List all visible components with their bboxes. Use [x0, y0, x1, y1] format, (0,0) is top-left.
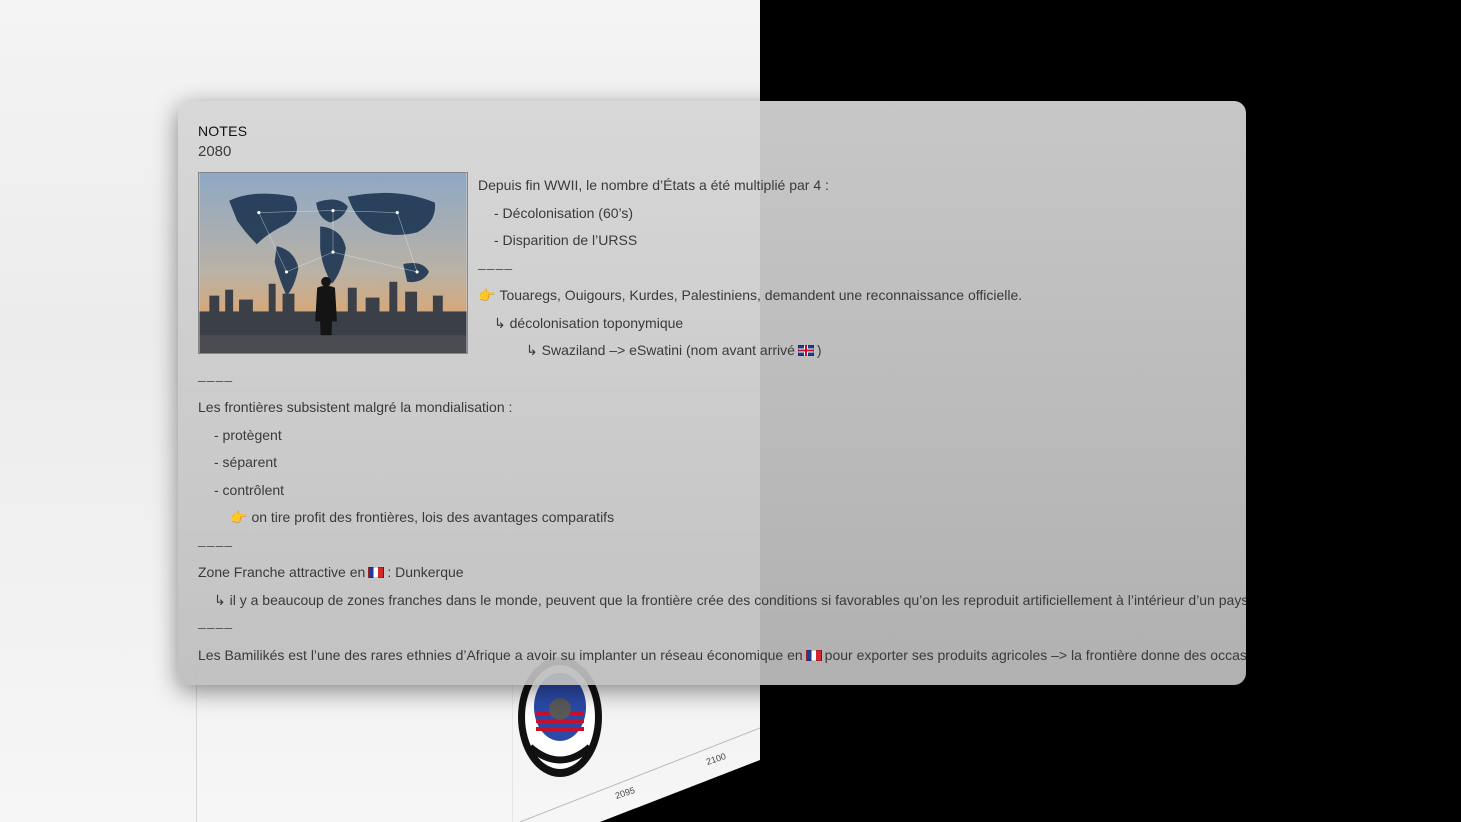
zone-intro-place: : Dunkerque	[387, 564, 464, 580]
demand-sub-text: décolonisation toponymique	[509, 314, 684, 331]
borders-conclusion-line: 👉 on tire profit des frontières, lois des…	[198, 504, 1226, 532]
separator: ––––	[478, 259, 514, 276]
demand-subsub-line: ↳ Swaziland –> eSwatini (nom avant arriv…	[478, 337, 1022, 365]
bamilike-text-end: pour exporter ses produits agricoles –> …	[824, 646, 1246, 663]
pointing-hand-icon: 👉	[478, 287, 496, 303]
pointing-hand-icon: 👉	[230, 509, 248, 525]
zone-intro-text: Zone Franche attractive en	[198, 564, 366, 580]
notes-title: NOTES	[198, 123, 248, 139]
france-flag-icon	[368, 567, 385, 578]
world-map-city-businessman-image	[198, 172, 468, 354]
notes-bottom-block: –––– Les frontières subsistent malgré la…	[198, 367, 1246, 670]
screen: 2095 2100 NOTES 2080 Depuis fin WWII, le…	[0, 0, 1461, 822]
zone-detail-line: ↳ il y a beaucoup de zones franches dans…	[198, 587, 1246, 615]
demand-line: 👉 Touaregs, Ouigours, Kurdes, Palestinien…	[478, 282, 1022, 310]
borders-item-separent: - séparent	[214, 454, 278, 470]
demand-text: Touaregs, Ouigours, Kurdes, Palestiniens…	[499, 287, 1023, 303]
world-map-illustration	[199, 173, 467, 353]
notes-top-row: Depuis fin WWII, le nombre d’États a été…	[198, 172, 1226, 365]
demand-subsub-end: )	[816, 342, 822, 358]
notes-top-text: Depuis fin WWII, le nombre d’États a été…	[478, 172, 1022, 365]
notes-popover[interactable]: NOTES 2080 Depuis fin WWII, le nombre d’…	[178, 101, 1246, 685]
intro-item-decolonisation: - Décolonisation (60’s)	[494, 204, 634, 221]
demand-subsub-text: Swaziland –> eSwatini (nom avant arrivé	[541, 342, 795, 358]
notes-subtitle: 2080	[198, 143, 232, 160]
borders-item-protegent: - protègent	[214, 426, 282, 443]
demand-sub-line: ↳ décolonisation toponymique	[478, 310, 1022, 338]
borders-conclusion-text: on tire profit des frontières, lois des …	[251, 509, 615, 525]
zone-detail-text: il y a beaucoup de zones franches dans l…	[229, 591, 1246, 608]
borders-item-controlent: - contrôlent	[214, 481, 285, 498]
arrow-icon: ↳	[494, 314, 506, 331]
separator: ––––	[198, 619, 234, 635]
intro-item-urss: - Disparition de l’URSS	[494, 232, 638, 248]
borders-intro: Les frontières subsistent malgré la mond…	[198, 399, 513, 415]
intro-line: Depuis fin WWII, le nombre d’États a été…	[478, 177, 829, 193]
separator: ––––	[198, 371, 234, 388]
zone-intro-line: Zone Franche attractive en : Dunkerque	[198, 559, 1226, 587]
uk-flag-icon	[797, 345, 814, 356]
separator: ––––	[198, 536, 234, 553]
bamilike-line: Les Bamilikés est l’une des rares ethnie…	[198, 642, 1246, 670]
bamilike-text: Les Bamilikés est l’une des rares ethnie…	[198, 646, 803, 663]
arrow-icon: ↳	[214, 591, 226, 608]
france-flag-icon	[805, 649, 822, 661]
arrow-icon: ↳	[526, 342, 538, 358]
